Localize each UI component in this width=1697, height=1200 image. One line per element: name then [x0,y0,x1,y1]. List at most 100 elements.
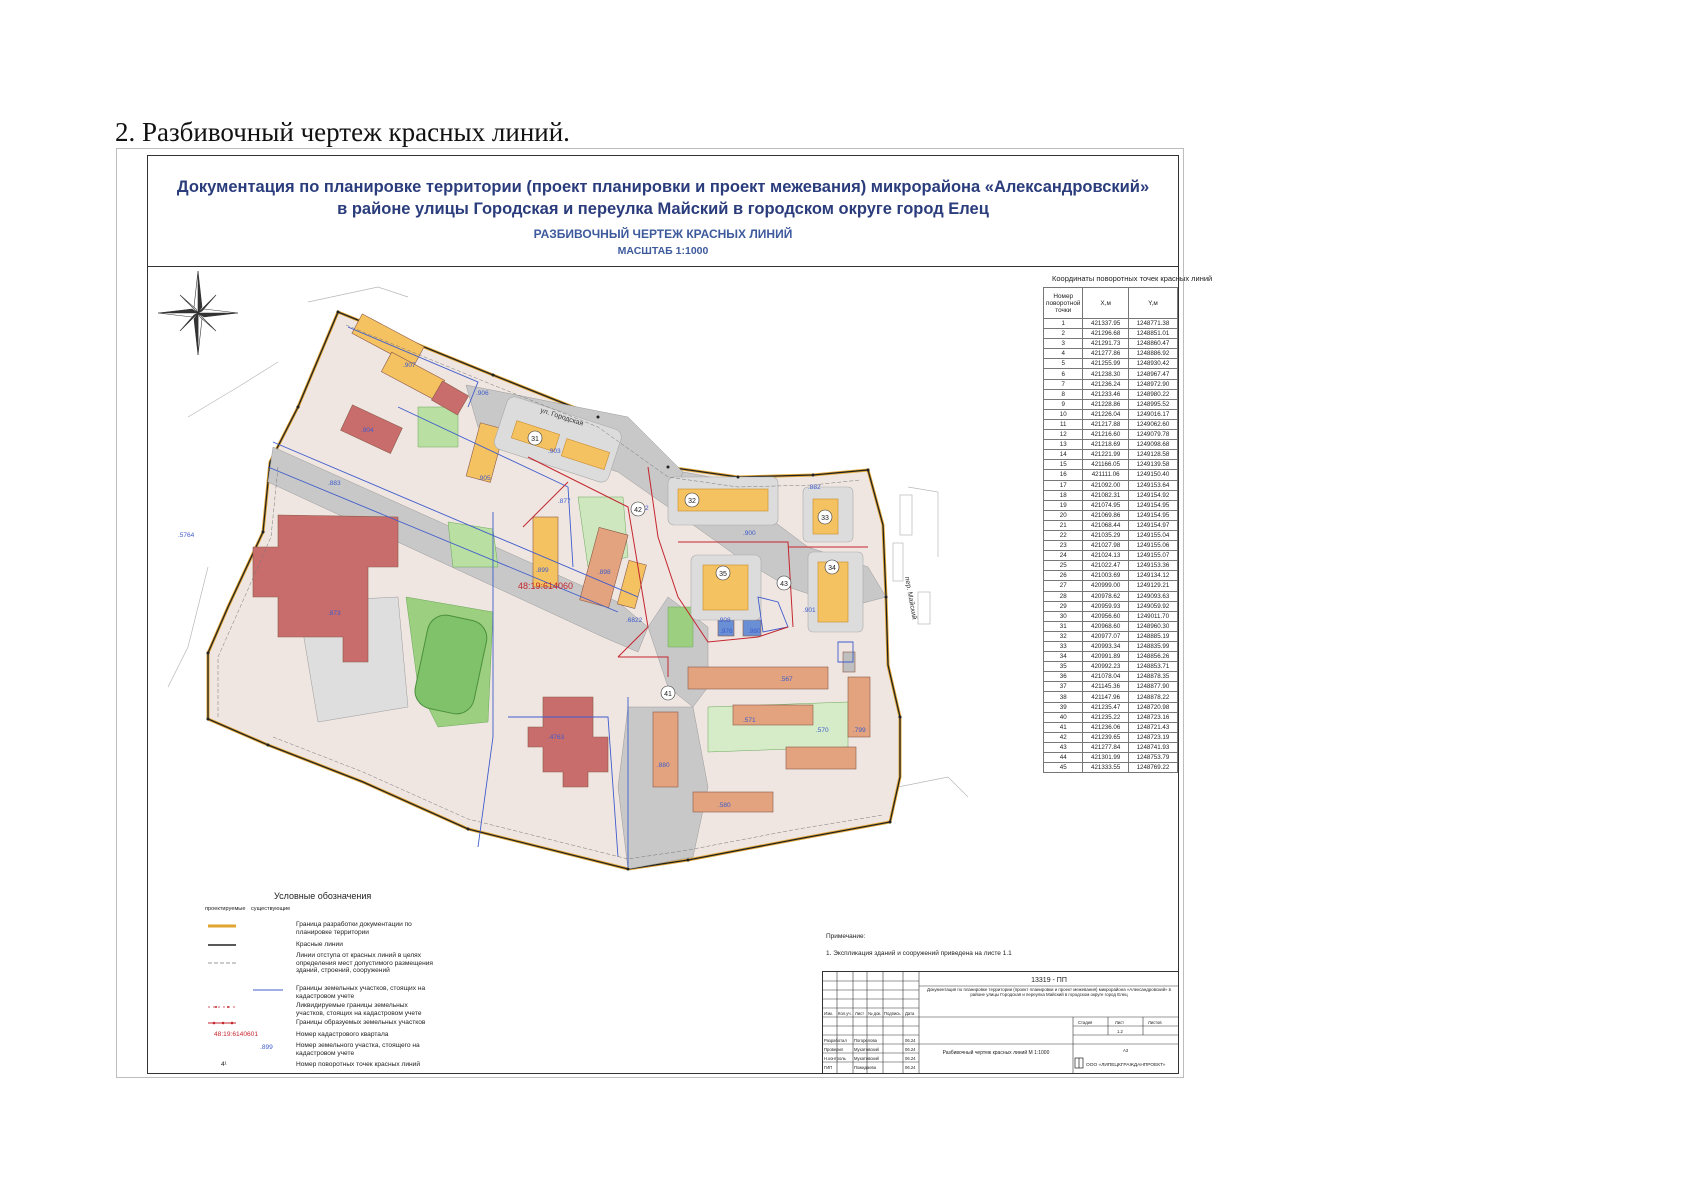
coordinates-row: 38 421147.96 1248878.22 [1042,691,1179,703]
coordinates-row: 36 421078.04 1248878.35 [1042,671,1179,683]
parcel-label: .873 [328,610,341,617]
legend-item-label: Ликвидируемые границы земельных участков… [296,1002,422,1017]
x-coordinate-cell: 421296.68 [1082,328,1129,340]
coordinates-row: 23 421027.98 1249155.06 [1042,540,1179,552]
x-coordinate-cell: 420978.62 [1082,590,1129,602]
stamp-role: Разработал [824,1038,847,1043]
point-number-cell: 10 [1042,408,1084,420]
coordinates-table-title: Координаты поворотных точек красных лини… [1052,274,1213,283]
stamp-date: 06.24 [905,1047,916,1052]
coordinates-row: 18 421082.31 1249154.92 [1042,489,1179,501]
point-number-cell: 28 [1042,590,1084,602]
parcel-label: .898 [598,569,611,576]
stamp-name: Погорелова [854,1038,878,1043]
notes-title: Примечание: [826,933,866,940]
point-number-cell: 7 [1042,378,1084,390]
point-number-cell: 11 [1042,418,1084,431]
x-coordinate-cell: 421074.95 [1082,499,1129,511]
stamp-stage-header: Лист [1115,1020,1124,1025]
parcel-label: .980 [748,628,761,635]
zone-number: 43 [780,581,788,588]
y-coordinate-cell: 1249150.40 [1127,469,1179,481]
legend-item-label: Красные линии [296,941,343,948]
y-coordinate-cell: 1249153.36 [1127,560,1179,572]
stamp-column-header: № док. [868,1011,881,1016]
parcel-label: .904 [361,427,374,434]
x-coordinate-cell: 420959.93 [1082,600,1129,612]
stamp-project-code: 13319 - ПП [1031,977,1067,984]
coordinates-row: 26 421003.69 1249134.12 [1042,570,1179,582]
column-header: Y,м [1127,287,1179,319]
point-number-cell: 45 [1042,762,1084,774]
y-coordinate-cell: 1248721.43 [1127,721,1179,733]
y-coordinate-cell: 1248980.22 [1127,388,1179,400]
point-number-cell: 26 [1042,570,1084,582]
drawing-sheet: Документация по планировке территории (п… [116,148,1212,1078]
point-number-cell: 14 [1042,449,1084,461]
stamp-name: Мухатовский [854,1056,880,1061]
x-coordinate-cell: 421236.06 [1082,721,1129,733]
coordinates-row: 15 421166.05 1249139.58 [1042,459,1179,471]
y-coordinate-cell: 1248886.92 [1127,348,1179,360]
parcel-label: .6822 [626,617,643,624]
parcel-label: .882 [808,484,821,491]
point-number-cell: 5 [1042,358,1084,370]
x-coordinate-cell: 421082.31 [1082,489,1129,501]
parcel-label: .901 [803,607,816,614]
y-coordinate-cell: 1249155.04 [1127,529,1179,542]
x-coordinate-cell: 421228.86 [1082,398,1129,410]
stamp-role: ГИП [824,1065,832,1070]
point-number-cell: 30 [1042,610,1084,622]
legend-item-label: Границы земельных участков, стоящих на к… [296,985,426,1000]
stamp-role: Проверил [824,1047,844,1052]
stamp-date: 06.24 [905,1038,916,1043]
liquidated-parcel-symbol-icon [208,1006,236,1008]
parcel-label: .903 [548,448,561,455]
point-number-cell: 38 [1042,691,1084,703]
point-number-cell: 1 [1042,317,1084,330]
coordinates-row: 35 420992.23 1248853.71 [1042,661,1179,673]
boundary-symbol-icon [208,924,236,928]
point-number-cell: 8 [1042,388,1084,400]
point-number-cell: 42 [1042,731,1084,743]
y-coordinate-cell: 1249129.21 [1127,580,1179,592]
company-logo-icon [1074,1057,1084,1069]
point-number-cell: 18 [1042,489,1084,501]
x-coordinate-cell: 420999.00 [1082,580,1129,592]
stamp-column-header: Лист [855,1011,864,1016]
new-parcel-symbol-icon [208,1021,236,1025]
x-coordinate-cell: 421235.47 [1082,701,1129,713]
stamp-stage-header: Стадия [1078,1020,1092,1025]
x-coordinate-cell: 421226.04 [1082,408,1129,420]
coordinates-row: 27 420999.00 1249129.21 [1042,580,1179,592]
y-coordinate-cell: 1248960.30 [1127,620,1179,632]
point-number-cell: 13 [1042,439,1084,451]
legend-item-label: Граница разработки документации по плани… [296,921,412,936]
y-coordinate-cell: 1248753.79 [1127,752,1179,764]
x-coordinate-cell: 421216.60 [1082,429,1129,441]
point-number-cell: 17 [1042,479,1084,491]
y-coordinate-cell: 1249155.06 [1127,540,1179,552]
coordinates-row: 42 421239.65 1248723.19 [1042,731,1179,743]
point-number-cell: 36 [1042,671,1084,683]
x-coordinate-cell: 421078.04 [1082,671,1129,683]
point-number-cell: 40 [1042,711,1084,723]
drawing-subtitle: РАЗБИВОЧНЫЙ ЧЕРТЕЖ КРАСНЫХ ЛИНИЙ [533,227,793,241]
title-stamp: 13319 - ПП Документация по планировке те… [822,971,1179,1074]
title-block: Документация по планировке территории (п… [148,156,1178,267]
y-coordinate-cell: 1249059.92 [1127,600,1179,612]
point-number-cell: 12 [1042,429,1084,441]
stamp-column-header: Подпись [884,1011,901,1016]
existing-parcel-symbol-icon [253,989,283,991]
coordinates-row: 11 421217.88 1249062.60 [1042,418,1179,431]
legend-item-label: Линии отступа от красных линий в целях о… [296,952,433,974]
coordinates-row: 6 421238.30 1248967.47 [1042,368,1179,380]
y-coordinate-cell: 1249128.58 [1127,449,1179,461]
stamp-date: 06.24 [905,1056,916,1061]
legend-item-label: Границы образуемых земельных участков [296,1019,426,1026]
coordinates-row: 21 421068.44 1249154.97 [1042,519,1179,531]
coordinates-row: 37 421145.36 1248877.90 [1042,681,1179,693]
point-number-cell: 3 [1042,338,1084,350]
point-number-cell: 19 [1042,499,1084,511]
parcel-label: .571 [743,717,756,724]
